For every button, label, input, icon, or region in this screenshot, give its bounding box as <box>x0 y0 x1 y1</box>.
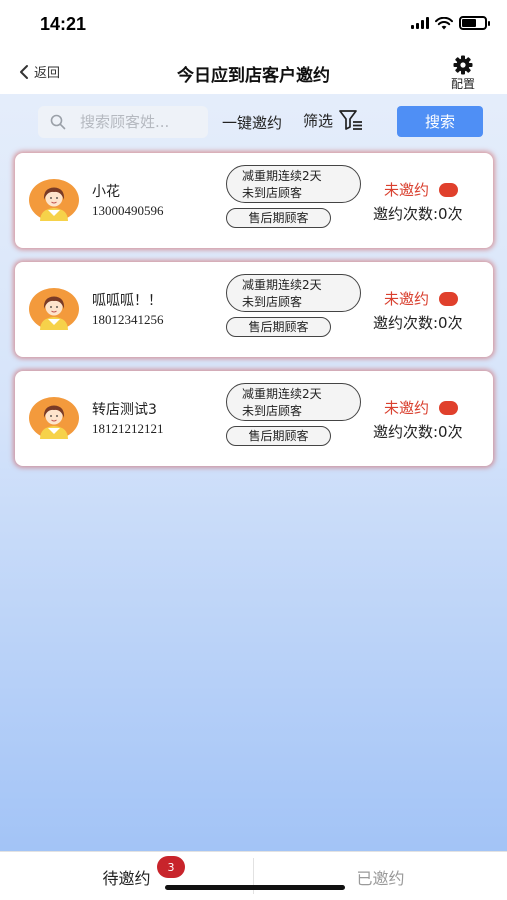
tag-line: 未到店顾客 <box>242 186 303 200</box>
customer-tag: 减重期连续2天 未到店顾客 <box>226 274 361 312</box>
customer-tag: 减重期连续2天 未到店顾客 <box>226 383 361 421</box>
status-dot <box>439 291 459 306</box>
invite-status: 未邀约 <box>384 397 459 418</box>
tab-bar: 待邀约 3 已邀约 <box>0 851 507 900</box>
customer-tag-small: 售后期顾客 <box>226 317 331 337</box>
tag-line: 减重期连续2天 <box>242 387 322 401</box>
invite-status-text: 未邀约 <box>384 290 430 308</box>
search-box[interactable] <box>38 106 208 138</box>
invite-count: 邀约次数:0次 <box>373 423 463 441</box>
search-icon <box>50 114 66 130</box>
tag-line: 未到店顾客 <box>242 404 303 418</box>
customer-phone: 13000490596 <box>92 203 164 218</box>
invite-status-text: 未邀约 <box>384 181 430 199</box>
invite-status: 未邀约 <box>384 179 459 200</box>
status-dot <box>439 182 459 197</box>
page-title: 今日应到店客户邀约 <box>177 66 330 86</box>
invite-count: 邀约次数:0次 <box>373 314 463 332</box>
config-button[interactable]: 配置 <box>451 55 475 92</box>
invite-status: 未邀约 <box>384 288 459 309</box>
avatar-icon <box>29 397 79 439</box>
config-label: 配置 <box>450 77 475 91</box>
customer-tag-small: 售后期顾客 <box>226 208 331 228</box>
cellular-signal-icon <box>411 17 429 29</box>
status-bar: 14:21 <box>0 0 507 50</box>
home-indicator <box>165 885 345 890</box>
customer-card[interactable]: 小花 13000490596 减重期连续2天 未到店顾客 售后期顾客 未邀约 邀… <box>15 153 493 248</box>
one-key-invite-button[interactable]: 一键邀约 <box>222 112 282 133</box>
battery-icon <box>459 16 490 30</box>
search-button[interactable]: 搜索 <box>397 106 483 137</box>
gear-icon <box>453 55 473 75</box>
pending-count-badge: 3 <box>157 856 185 878</box>
customer-name: 小花 <box>92 184 120 200</box>
nav-bar: 返回 今日应到店客户邀约 配置 <box>0 50 507 94</box>
avatar-icon <box>29 179 79 221</box>
status-dot <box>439 400 459 415</box>
avatar-icon <box>29 288 79 330</box>
status-time: 14:21 <box>40 14 87 34</box>
filter-icon <box>339 110 363 130</box>
filter-label: 筛选 <box>303 111 334 130</box>
customer-card[interactable]: 呱呱呱！！ 18012341256 减重期连续2天 未到店顾客 售后期顾客 未邀… <box>15 262 493 357</box>
tab-invited[interactable]: 已邀约 <box>254 852 507 900</box>
customer-name: 呱呱呱！！ <box>92 293 162 309</box>
filter-button[interactable]: 筛选 <box>303 109 363 131</box>
customer-name: 转店测试3 <box>92 402 157 418</box>
customer-phone: 18012341256 <box>92 312 164 327</box>
tab-invited-label: 已邀约 <box>356 868 405 888</box>
tab-pending-label: 待邀约 <box>102 868 151 888</box>
wifi-icon <box>435 16 453 29</box>
invite-status-text: 未邀约 <box>384 399 430 417</box>
status-icons <box>411 16 490 30</box>
tag-line: 减重期连续2天 <box>242 278 322 292</box>
customer-card[interactable]: 转店测试3 18121212121 减重期连续2天 未到店顾客 售后期顾客 未邀… <box>15 371 493 466</box>
search-input[interactable] <box>80 113 200 131</box>
customer-phone: 18121212121 <box>92 421 164 436</box>
toolbar: 一键邀约 筛选 搜索 <box>0 94 507 150</box>
tag-line: 减重期连续2天 <box>242 169 322 183</box>
tab-pending[interactable]: 待邀约 <box>0 852 253 900</box>
customer-tag: 减重期连续2天 未到店顾客 <box>226 165 361 203</box>
tag-line: 未到店顾客 <box>242 295 303 309</box>
customer-tag-small: 售后期顾客 <box>226 426 331 446</box>
invite-count: 邀约次数:0次 <box>373 205 463 223</box>
